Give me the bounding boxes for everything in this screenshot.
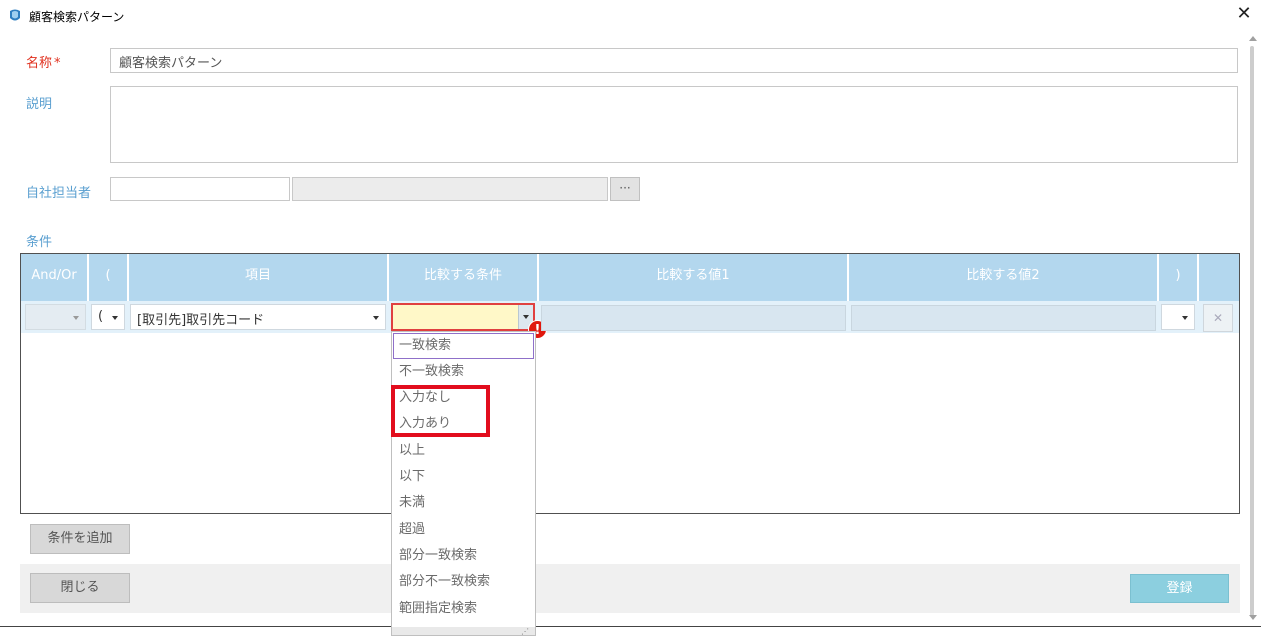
value2-input[interactable]	[851, 305, 1156, 331]
caret-down-icon	[112, 316, 118, 320]
and-or-select[interactable]	[25, 304, 86, 330]
owner-label: 自社担当者	[26, 186, 92, 201]
header-value2: 比較する値2	[849, 254, 1159, 301]
resize-grip-icon: ⋰	[521, 627, 529, 636]
owner-lookup-button[interactable]: ···	[610, 177, 640, 201]
footer-bar	[20, 564, 1240, 613]
header-field: 項目	[129, 254, 389, 301]
option-exact-match[interactable]: 一致検索	[393, 333, 534, 359]
open-paren-select[interactable]: (	[91, 304, 125, 330]
owner-name-display	[292, 177, 608, 201]
window-title: 顧客検索パターン	[29, 10, 125, 24]
option-less-equal[interactable]: 以下	[393, 464, 534, 490]
resize-grip[interactable]: ⋰	[392, 627, 535, 636]
scroll-up-icon[interactable]	[1249, 36, 1257, 41]
open-paren-value: (	[98, 309, 104, 324]
header-delete	[1199, 254, 1239, 301]
option-less-than[interactable]: 未満	[393, 490, 534, 516]
close-paren-select[interactable]	[1161, 304, 1195, 330]
header-operator: 比較する条件	[389, 254, 539, 301]
name-label: 名称 *	[26, 52, 61, 71]
vertical-scrollbar[interactable]	[1244, 32, 1261, 628]
description-label: 説明	[26, 97, 53, 112]
caret-down-icon	[373, 316, 379, 320]
header-value1: 比較する値1	[539, 254, 849, 301]
conditions-label: 条件	[26, 235, 53, 250]
window-bottom-edge	[0, 626, 1261, 636]
caret-down-icon	[1182, 316, 1188, 320]
title-bar: 顧客検索パターン ✕	[0, 0, 1261, 32]
option-not-match[interactable]: 不一致検索	[393, 359, 534, 385]
grid-header: And/Or ( 項目 比較する条件 比較する値1 比較する値2 )	[21, 254, 1239, 301]
description-textarea[interactable]	[110, 86, 1238, 163]
field-value: [取引先]取引先コード	[137, 313, 265, 328]
caret-down-icon	[523, 315, 529, 319]
header-close-paren: )	[1159, 254, 1199, 301]
header-open-paren: (	[89, 254, 129, 301]
required-mark: *	[54, 56, 61, 71]
register-button[interactable]: 登録	[1130, 574, 1229, 603]
header-and-or: And/Or	[21, 254, 89, 301]
field-select[interactable]: [取引先]取引先コード	[130, 304, 386, 330]
operator-dropdown-menu: 一致検索 不一致検索 入力なし 入力あり 以上 以下 未満 超過 部分一致検索 …	[391, 331, 536, 636]
close-button[interactable]: 閉じる	[30, 573, 130, 603]
close-icon[interactable]: ✕	[1234, 4, 1254, 24]
delete-row-button[interactable]: ✕	[1203, 304, 1233, 332]
highlight-box	[391, 385, 490, 437]
conditions-grid: And/Or ( 項目 比較する条件 比較する値1 比較する値2 )	[20, 253, 1240, 514]
value1-input[interactable]	[541, 305, 846, 331]
scroll-down-icon[interactable]	[1249, 615, 1257, 620]
caret-down-icon	[73, 316, 79, 320]
option-partial-not-match[interactable]: 部分不一致検索	[393, 569, 534, 595]
option-greater-than[interactable]: 超過	[393, 517, 534, 543]
owner-code-input[interactable]	[110, 177, 290, 201]
operator-select[interactable]	[391, 303, 535, 331]
option-range[interactable]: 範囲指定検索	[393, 596, 534, 622]
add-condition-button[interactable]: 条件を追加	[30, 524, 130, 554]
option-partial-match[interactable]: 部分一致検索	[393, 543, 534, 569]
option-greater-equal[interactable]: 以上	[393, 438, 534, 464]
name-label-text: 名称	[26, 56, 53, 71]
app-logo-icon	[10, 9, 20, 21]
scroll-thumb[interactable]	[1250, 46, 1254, 616]
name-input[interactable]: 顧客検索パターン	[110, 48, 1238, 73]
